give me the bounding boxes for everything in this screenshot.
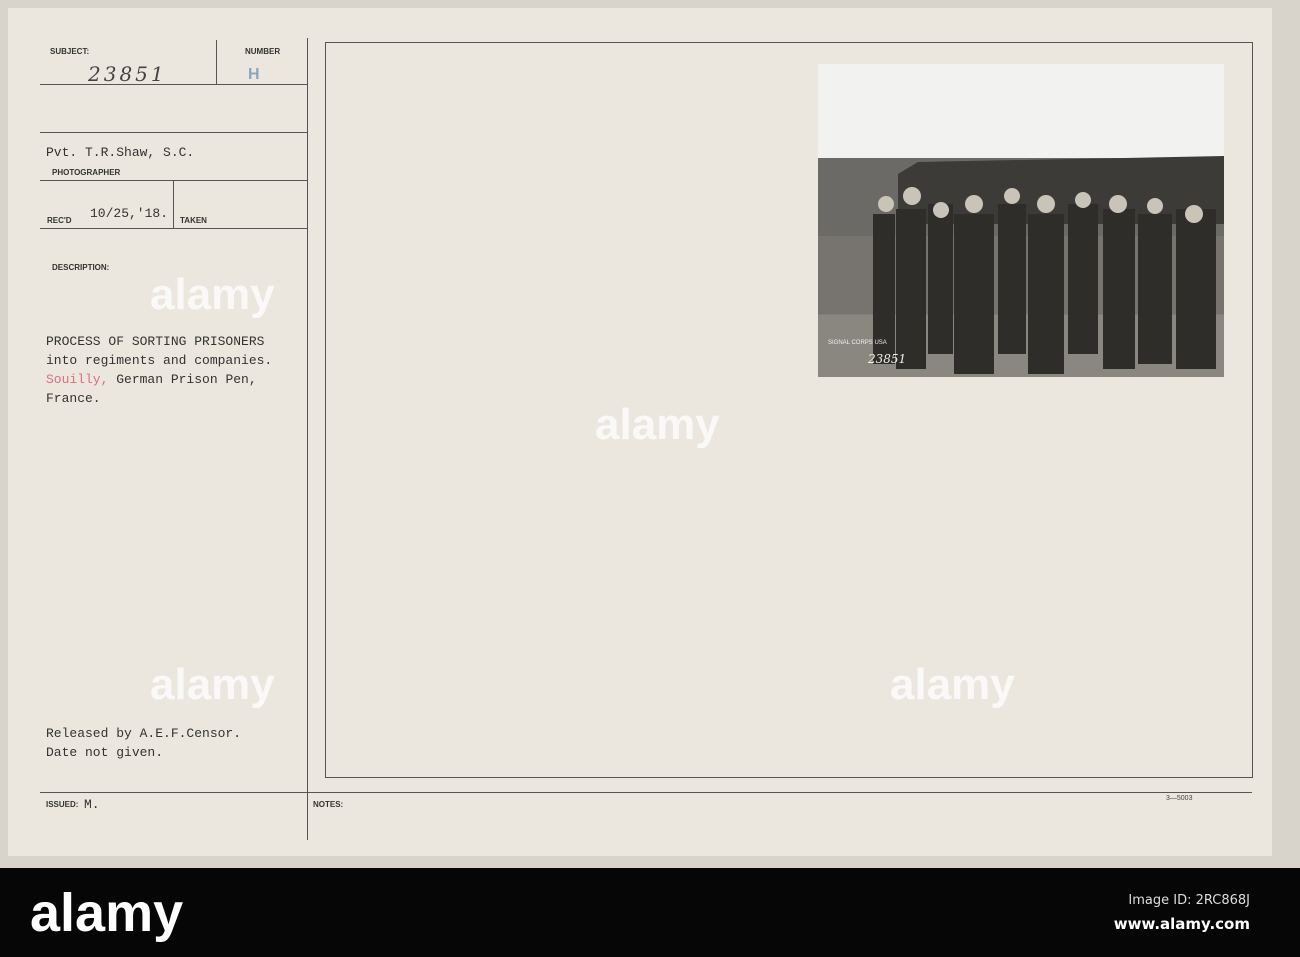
- issued-label: ISSUED:: [46, 800, 79, 809]
- column-divider: [307, 38, 308, 840]
- alamy-logo: alamy: [30, 883, 184, 943]
- number-label: NUMBER: [245, 47, 281, 56]
- description-line: France.: [46, 391, 101, 406]
- alamy-watermark: alamy: [150, 660, 275, 709]
- alamy-footer: alamy Image ID: 2RC868J www.alamy.com: [0, 868, 1300, 957]
- subject-label: SUBJECT:: [50, 47, 90, 56]
- photograph: SIGNAL CORPS USA 23851: [818, 64, 1224, 377]
- form-number: 3—5003: [1166, 795, 1193, 802]
- description-line: PROCESS OF SORTING PRISONERS: [46, 334, 265, 349]
- release-line: Released by A.E.F.Censor.: [46, 726, 242, 741]
- divider: [216, 40, 217, 84]
- taken-label: TAKEN: [180, 216, 207, 225]
- place-name: Souilly,: [46, 372, 109, 387]
- description-text: German Prison Pen,: [108, 372, 257, 387]
- photo-number: 23851: [868, 352, 907, 366]
- image-id: Image ID: 2RC868J: [1128, 893, 1250, 908]
- description-line: Souilly, German Prison Pen,: [46, 370, 257, 389]
- signal-corps-stamp: SIGNAL CORPS USA: [828, 340, 887, 346]
- divider: [173, 180, 174, 228]
- alamy-watermark: alamy: [150, 270, 275, 319]
- notes-label: NOTES:: [313, 800, 344, 809]
- divider: [40, 228, 307, 229]
- alamy-watermark: alamy: [890, 660, 1015, 709]
- subject-number: 23851: [88, 62, 167, 86]
- issued-value: M.: [84, 797, 100, 812]
- prisoners-photo-illustration: [873, 156, 1224, 374]
- description-label: DESCRIPTION:: [52, 263, 110, 272]
- photographer-name: Pvt. T.R.Shaw, S.C.: [46, 145, 195, 160]
- alamy-url[interactable]: www.alamy.com: [1114, 915, 1250, 933]
- photographer-label: PHOTOGRAPHER: [52, 168, 121, 177]
- alamy-watermark: alamy: [595, 400, 720, 449]
- number-stamp: H: [248, 66, 260, 83]
- description-line: into regiments and companies.: [46, 353, 273, 368]
- release-line: Date not given.: [46, 745, 164, 760]
- divider: [40, 132, 307, 133]
- recd-label: REC'D: [47, 216, 72, 225]
- divider: [40, 792, 1252, 793]
- recd-date: 10/25,'18.: [90, 206, 169, 221]
- divider: [40, 84, 307, 85]
